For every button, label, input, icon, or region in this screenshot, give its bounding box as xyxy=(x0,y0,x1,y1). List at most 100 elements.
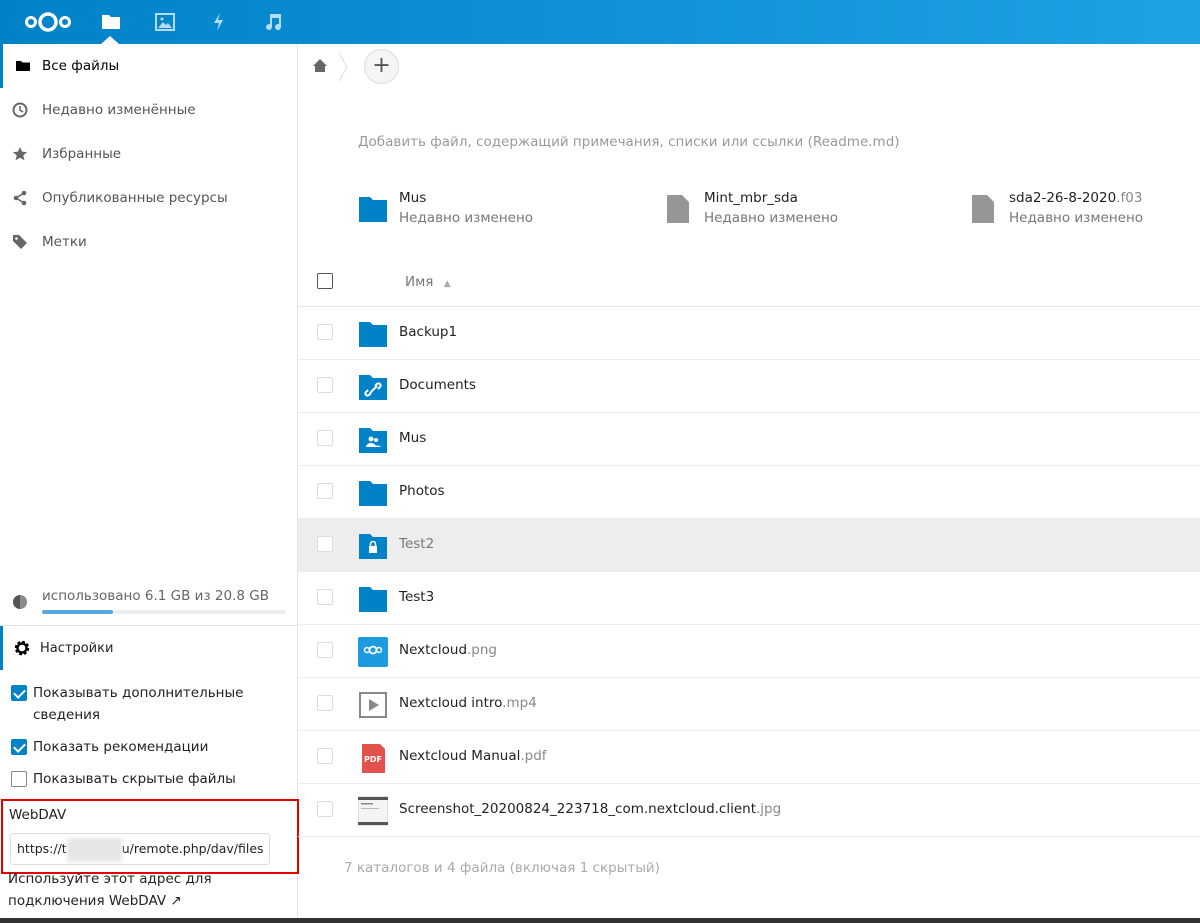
recommended-file-subtitle: Недавно изменено xyxy=(399,210,534,226)
option-label: Показать рекомендации xyxy=(33,739,209,755)
row-checkbox[interactable] xyxy=(317,430,333,446)
select-all-checkbox[interactable] xyxy=(317,273,333,289)
sidebar-item-label: Все файлы xyxy=(42,58,120,74)
sidebar-item-label: Избранные xyxy=(42,146,122,162)
star-icon xyxy=(12,147,28,161)
file-name[interactable]: Nextcloud Manual.pdf xyxy=(399,748,547,764)
new-button[interactable]: + xyxy=(364,49,399,84)
quota-bar xyxy=(42,610,286,614)
recommended-file[interactable]: sda2-26-8-2020.f03 Недавно изменено xyxy=(968,190,1200,230)
option-show-recommendations[interactable]: Показать рекомендации xyxy=(11,736,291,758)
svg-text:PDF: PDF xyxy=(364,755,382,764)
recommended-file-name: Mus xyxy=(399,190,427,206)
file-row[interactable]: Nextcloud intro.mp4 xyxy=(298,678,1200,731)
url-suffix: u/remote.php/dav/files xyxy=(121,841,264,856)
file-name[interactable]: Test2 xyxy=(399,536,434,552)
sidebar-item-shared[interactable]: Опубликованные ресурсы xyxy=(0,176,297,220)
file-list-area: + Добавить файл, содержащий примечания, … xyxy=(298,44,1200,918)
breadcrumb-separator-icon xyxy=(338,52,348,82)
quota-bar-fill xyxy=(42,610,113,614)
settings-toggle[interactable]: Настройки xyxy=(0,626,297,670)
column-name-label: Имя xyxy=(405,274,434,290)
checkbox[interactable] xyxy=(11,739,27,755)
readme-placeholder[interactable]: Добавить файл, содержащий примечания, сп… xyxy=(358,134,900,150)
clock-icon xyxy=(12,102,28,118)
option-label: Показывать скрытые файлы xyxy=(33,771,236,787)
checkbox[interactable] xyxy=(11,685,27,701)
sidebar-item-recent[interactable]: Недавно изменённые xyxy=(0,88,297,132)
sidebar-item-label: Метки xyxy=(42,234,87,250)
folder-icon xyxy=(358,478,388,508)
file-name[interactable]: Backup1 xyxy=(399,324,457,340)
file-row[interactable]: PDF Nextcloud Manual.pdf xyxy=(298,731,1200,784)
folder-locked-icon xyxy=(358,531,388,561)
video-icon xyxy=(358,690,388,720)
recommended-file[interactable]: Mint_mbr_sda Недавно изменено xyxy=(663,190,953,230)
tag-icon xyxy=(13,235,27,249)
file-name[interactable]: Photos xyxy=(399,483,445,499)
sidebar-item-tags[interactable]: Метки xyxy=(0,220,297,264)
row-checkbox[interactable] xyxy=(317,801,333,817)
file-row[interactable]: Photos xyxy=(298,466,1200,519)
file-row[interactable]: Mus xyxy=(298,413,1200,466)
screenshot-icon xyxy=(357,796,389,826)
row-checkbox[interactable] xyxy=(317,642,333,658)
row-checkbox[interactable] xyxy=(317,483,333,499)
sidebar-item-favorites[interactable]: Избранные xyxy=(0,132,297,176)
folder-icon xyxy=(358,584,388,614)
sidebar-item-all-files[interactable]: Все файлы xyxy=(0,44,297,88)
webdav-section: WebDAV https://t u/remote.php/dav/files xyxy=(1,799,299,874)
option-label: Показывать дополнительные сведения xyxy=(33,685,244,723)
folder-icon xyxy=(358,319,388,349)
storage-quota[interactable]: использовано 6.1 GB из 20.8 GB xyxy=(0,584,297,626)
sidebar: Все файлы Недавно изменённые Избранные О… xyxy=(0,44,299,918)
file-row[interactable]: Nextcloud.png xyxy=(298,625,1200,678)
recommended-file[interactable]: Mus Недавно изменено xyxy=(358,190,648,230)
file-name[interactable]: Mus xyxy=(399,430,426,446)
redacted-host xyxy=(66,837,122,862)
file-row[interactable]: Screenshot_20200824_223718_com.nextcloud… xyxy=(298,784,1200,837)
webdav-help-link[interactable]: Используйте этот адрес для подключения W… xyxy=(8,868,288,912)
active-app-indicator xyxy=(101,36,119,44)
recommended-file-name: sda2-26-8-2020.f03 xyxy=(1009,190,1143,206)
settings-label: Настройки xyxy=(40,640,114,656)
file-table-header: Имя ▲ xyxy=(298,256,1200,307)
file-row[interactable]: Test3 xyxy=(298,572,1200,625)
url-prefix: https://t xyxy=(17,841,67,856)
folder-icon xyxy=(16,61,30,71)
row-checkbox[interactable] xyxy=(317,536,333,552)
pie-chart-icon xyxy=(13,595,27,609)
nextcloud-logo[interactable] xyxy=(24,10,72,34)
file-name[interactable]: Nextcloud intro.mp4 xyxy=(399,695,537,711)
file-name[interactable]: Nextcloud.png xyxy=(399,642,497,658)
folder-icon[interactable] xyxy=(99,10,123,34)
option-show-details[interactable]: Показывать дополнительные сведения xyxy=(11,682,291,726)
lightning-icon[interactable] xyxy=(207,10,231,34)
music-icon[interactable] xyxy=(261,10,285,34)
share-icon xyxy=(13,190,27,206)
file-name[interactable]: Screenshot_20200824_223718_com.nextcloud… xyxy=(399,801,781,817)
home-icon[interactable] xyxy=(312,58,328,74)
image-icon xyxy=(358,637,388,667)
file-name[interactable]: Test3 xyxy=(399,589,434,605)
file-row[interactable]: Documents xyxy=(298,360,1200,413)
column-name-header[interactable]: Имя ▲ xyxy=(405,274,451,290)
file-name[interactable]: Documents xyxy=(399,377,476,393)
file-row[interactable]: Test2 xyxy=(298,519,1200,572)
image-icon[interactable] xyxy=(153,10,177,34)
row-checkbox[interactable] xyxy=(317,324,333,340)
row-checkbox[interactable] xyxy=(317,589,333,605)
row-checkbox[interactable] xyxy=(317,377,333,393)
option-show-hidden[interactable]: Показывать скрытые файлы xyxy=(11,768,291,790)
webdav-url-input[interactable]: https://t u/remote.php/dav/files xyxy=(10,833,270,865)
file-row[interactable]: Backup1 xyxy=(298,307,1200,360)
pdf-icon: PDF xyxy=(358,743,388,773)
gear-icon xyxy=(14,640,30,656)
row-checkbox[interactable] xyxy=(317,748,333,764)
bottom-bar xyxy=(0,918,1200,923)
checkbox[interactable] xyxy=(11,771,27,787)
sort-ascending-icon: ▲ xyxy=(443,279,451,289)
folder-link-icon xyxy=(358,372,388,402)
webdav-label: WebDAV xyxy=(9,807,67,823)
row-checkbox[interactable] xyxy=(317,695,333,711)
